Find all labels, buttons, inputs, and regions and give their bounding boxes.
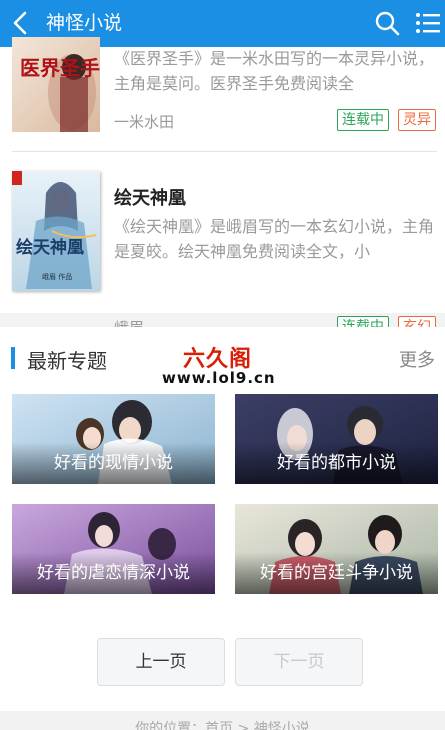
divider <box>12 151 437 152</box>
topic-label: 好看的虐恋情深小说 <box>12 552 215 594</box>
prev-page-button[interactable]: 上一页 <box>97 638 225 686</box>
cover-title-text: 医界圣手 <box>20 56 100 80</box>
status-badge: 连载中 <box>337 109 389 131</box>
more-link[interactable]: 更多 <box>399 346 435 372</box>
topic-tile[interactable]: 好看的都市小说 <box>235 394 438 484</box>
book-description: 《绘天神凰》是峨眉写的一本玄幻小说，主角是夏皎。绘天神凰免费阅读全文，小 <box>114 217 435 261</box>
breadcrumb: 你的位置：首页 > 神怪小说 <box>135 721 310 730</box>
back-arrow-icon[interactable] <box>8 9 34 37</box>
topic-label: 好看的现情小说 <box>12 442 215 484</box>
cover-title-text: 绘天神凰 <box>16 237 84 258</box>
search-icon[interactable] <box>374 10 400 36</box>
book-item[interactable]: 绘天神凰 峨眉 作品 绘天神凰 《绘天神凰》是峨眉写的一本玄幻小说，主角是夏皎。… <box>0 154 445 338</box>
book-list: 医界圣手 《医界圣手》是一米水田写的一本灵异小说，主角是莫问。医界圣手免费阅读全… <box>0 37 445 338</box>
topics-section: 最新专题 六久阁 www.lol9.cn 更多 好看的现情小说 好看的都市小说 <box>0 327 445 711</box>
book-title[interactable]: 绘天神凰 <box>114 184 186 210</box>
topic-tile[interactable]: 好看的虐恋情深小说 <box>12 504 215 594</box>
book-cover[interactable]: 医界圣手 <box>12 37 100 132</box>
book-description: 《医界圣手》是一米水田写的一本灵异小说，主角是莫问。医界圣手免费阅读全 <box>114 49 435 93</box>
topic-tile[interactable]: 好看的宫廷斗争小说 <box>235 504 438 594</box>
cover-author-text: 峨眉 作品 <box>42 272 72 281</box>
next-page-button[interactable]: 下一页 <box>235 638 363 686</box>
topic-label: 好看的宫廷斗争小说 <box>235 552 438 594</box>
topic-tile[interactable]: 好看的现情小说 <box>12 394 215 484</box>
topic-label: 好看的都市小说 <box>235 442 438 484</box>
section-marker <box>11 347 15 369</box>
list-menu-icon[interactable] <box>415 11 441 35</box>
page-title: 神怪小说 <box>46 12 123 34</box>
book-cover[interactable]: 绘天神凰 峨眉 作品 <box>12 171 100 291</box>
section-title: 最新专题 <box>27 349 107 373</box>
book-author[interactable]: 一米水田 <box>114 111 174 132</box>
genre-badge[interactable]: 灵异 <box>398 109 436 131</box>
book-item[interactable]: 医界圣手 《医界圣手》是一米水田写的一本灵异小说，主角是莫问。医界圣手免费阅读全… <box>0 37 445 147</box>
watermark-url: www.lol9.cn <box>162 369 276 387</box>
